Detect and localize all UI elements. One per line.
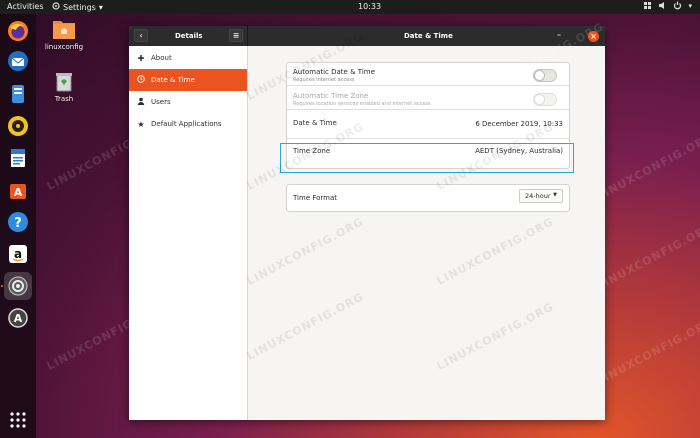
date-time-value: 6 December 2019, 10:33: [475, 120, 563, 128]
updater-icon[interactable]: A: [4, 304, 32, 332]
chevron-down-icon: ▾: [688, 1, 692, 10]
row-title: Automatic Time Zone: [293, 92, 369, 100]
time-format-row: Time Format 24-hour ▼: [287, 185, 569, 211]
home-folder-icon: [52, 21, 76, 42]
desktop-icon-label: linuxconfig: [44, 43, 84, 51]
star-icon: ★: [137, 119, 145, 129]
settings-window: ‹ Details ≡ Date & Time – × ✚ About Date…: [129, 26, 605, 420]
header-bar: ‹ Details ≡ Date & Time – ×: [129, 26, 605, 46]
show-apps-icon[interactable]: [4, 406, 32, 434]
watermark: LINUXCONFIG.ORG: [594, 315, 700, 388]
settings-small-icon: [52, 2, 60, 12]
chevron-down-icon: ▾: [98, 2, 103, 12]
system-tray[interactable]: ▾: [643, 1, 692, 10]
clock[interactable]: 10:33: [358, 2, 381, 11]
minimize-button[interactable]: –: [554, 31, 564, 41]
sidebar-item-label: About: [151, 54, 172, 62]
trash-icon: [55, 73, 73, 94]
sidebar-item-default-applications[interactable]: ★ Default Applications: [129, 113, 247, 135]
automatic-time-zone-switch[interactable]: [533, 93, 557, 106]
running-indicator: [1, 285, 3, 287]
automatic-date-time-switch[interactable]: [533, 69, 557, 82]
desktop-icon-home[interactable]: linuxconfig: [44, 18, 84, 51]
clock-icon: [136, 75, 146, 85]
dock: A ? a A: [0, 14, 36, 438]
sidebar-item-label: Default Applications: [151, 120, 222, 128]
automatic-date-time-row[interactable]: Automatic Date & Time Requires internet …: [287, 63, 569, 86]
back-button[interactable]: ‹: [134, 29, 148, 42]
time-format-dropdown[interactable]: 24-hour ▼: [519, 189, 563, 203]
main-content: Automatic Date & Time Requires internet …: [247, 46, 605, 420]
firefox-icon[interactable]: [4, 17, 32, 45]
row-title: Time Format: [293, 194, 338, 202]
app-menu-label: Settings: [63, 2, 96, 12]
hamburger-icon: ≡: [232, 31, 240, 40]
row-subtitle: Requires internet access: [293, 77, 355, 83]
svg-text:?: ?: [14, 216, 22, 231]
sidebar-item-label: Users: [151, 98, 171, 106]
top-bar: Activities Settings ▾ 10:33 ▾: [0, 0, 700, 14]
svg-text:A: A: [14, 312, 23, 325]
window-title: Date & Time: [404, 32, 453, 40]
sidebar-header: ‹ Details ≡: [129, 26, 248, 46]
row-subtitle: Requires location services enabled and i…: [293, 101, 431, 107]
watermark: LINUXCONFIG.ORG: [594, 220, 700, 293]
help-icon[interactable]: ?: [4, 208, 32, 236]
activities-button[interactable]: Activities: [7, 2, 44, 11]
settings-icon[interactable]: [4, 272, 32, 300]
row-title: Automatic Date & Time: [293, 68, 375, 76]
date-time-row[interactable]: Date & Time 6 December 2019, 10:33: [287, 110, 569, 139]
sidebar: ✚ About Date & Time Users ★ Default Appl…: [129, 46, 248, 420]
volume-icon: [658, 1, 667, 10]
network-icon: [643, 1, 652, 10]
close-button[interactable]: ×: [588, 31, 599, 42]
chevron-left-icon: ‹: [139, 31, 143, 40]
desktop-icon-trash[interactable]: Trash: [44, 72, 84, 103]
desktop-icon-label: Trash: [54, 95, 74, 103]
annotation-highlight: [280, 143, 574, 173]
row-title: Date & Time: [293, 119, 337, 127]
sidebar-item-date-time[interactable]: Date & Time: [129, 69, 247, 91]
sidebar-item-label: Date & Time: [151, 76, 195, 84]
menu-button[interactable]: ≡: [229, 29, 243, 42]
time-format-value: 24-hour: [525, 192, 551, 200]
user-icon: [136, 97, 146, 107]
watermark: LINUXCONFIG.ORG: [594, 130, 700, 203]
sidebar-item-about[interactable]: ✚ About: [129, 47, 247, 69]
thunderbird-icon[interactable]: [4, 47, 32, 75]
files-icon[interactable]: [4, 80, 32, 108]
software-icon[interactable]: A: [4, 176, 32, 204]
writer-icon[interactable]: [4, 144, 32, 172]
svg-text:a: a: [14, 247, 22, 261]
time-format-card: Time Format 24-hour ▼: [286, 184, 570, 212]
automatic-time-zone-row[interactable]: Automatic Time Zone Requires location se…: [287, 86, 569, 110]
power-icon: [673, 1, 682, 10]
svg-text:A: A: [14, 186, 23, 199]
sidebar-item-users[interactable]: Users: [129, 91, 247, 113]
app-menu[interactable]: Settings ▾: [52, 2, 103, 12]
plus-icon: ✚: [137, 53, 145, 63]
rhythmbox-icon[interactable]: [4, 112, 32, 140]
chevron-down-icon: ▼: [553, 192, 557, 198]
sidebar-title: Details: [175, 32, 203, 40]
amazon-icon[interactable]: a: [4, 240, 32, 268]
